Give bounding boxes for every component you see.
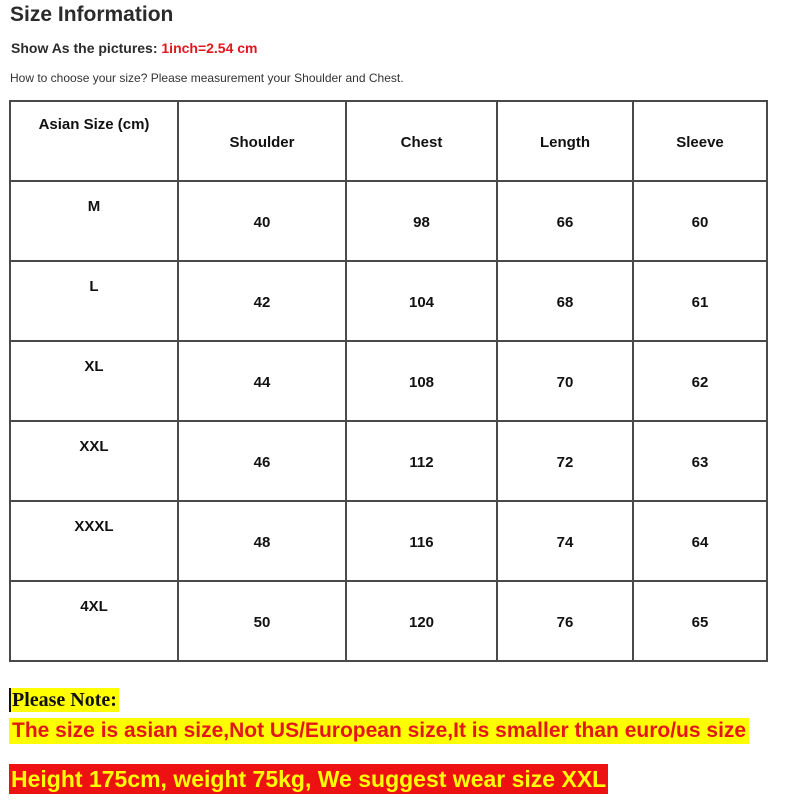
chest-cell: 104 — [345, 260, 498, 342]
length-value: 74 — [556, 534, 574, 551]
sleeve-value: 63 — [691, 454, 709, 471]
asian-size-warning: The size is asian size,Not US/European s… — [9, 718, 750, 744]
size-label: L — [89, 278, 99, 295]
size-cell: XXXL — [9, 500, 179, 582]
size-cell: XL — [9, 340, 179, 422]
sleeve-value: 62 — [691, 374, 709, 391]
shoulder-value: 40 — [253, 214, 271, 231]
sleeve-cell: 61 — [632, 260, 768, 342]
sleeve-cell: 60 — [632, 180, 768, 262]
chest-cell: 112 — [345, 420, 498, 502]
table-row: L 42 104 68 61 — [9, 260, 768, 342]
chest-cell: 120 — [345, 580, 498, 662]
table-row: 4XL 50 120 76 65 — [9, 580, 768, 662]
sleeve-cell: 65 — [632, 580, 768, 662]
shoulder-cell: 48 — [177, 500, 347, 582]
sleeve-value: 64 — [691, 534, 709, 551]
table-row: M 40 98 66 60 — [9, 180, 768, 262]
length-cell: 68 — [496, 260, 634, 342]
unit-conversion-line: Show As the pictures: 1inch=2.54 cm — [11, 40, 258, 56]
subtitle-label: Show As the pictures: — [11, 40, 162, 56]
chest-cell: 108 — [345, 340, 498, 422]
sleeve-cell: 63 — [632, 420, 768, 502]
length-cell: 72 — [496, 420, 634, 502]
column-header-size: Asian Size (cm) — [9, 100, 179, 182]
shoulder-cell: 44 — [177, 340, 347, 422]
sleeve-value: 60 — [691, 214, 709, 231]
length-value: 68 — [556, 294, 574, 311]
how-to-choose-text: How to choose your size? Please measurem… — [10, 71, 404, 85]
page-title: Size Information — [10, 3, 174, 26]
sleeve-value: 61 — [691, 294, 709, 311]
shoulder-value: 46 — [253, 454, 271, 471]
size-chart-table: Asian Size (cm) Shoulder Chest Length Sl… — [9, 100, 768, 662]
column-header-sleeve: Sleeve — [632, 100, 768, 182]
length-value: 66 — [556, 214, 574, 231]
shoulder-value: 48 — [253, 534, 271, 551]
chest-value: 108 — [408, 374, 435, 391]
column-header-length: Length — [496, 100, 634, 182]
sleeve-cell: 64 — [632, 500, 768, 582]
table-header-row: Asian Size (cm) Shoulder Chest Length Sl… — [9, 100, 768, 182]
size-cell: 4XL — [9, 580, 179, 662]
size-cell: XXL — [9, 420, 179, 502]
length-value: 70 — [556, 374, 574, 391]
size-label: 4XL — [80, 598, 108, 615]
length-cell: 70 — [496, 340, 634, 422]
please-note-label: Please Note: — [9, 688, 119, 712]
column-header-label: Asian Size (cm) — [38, 116, 150, 133]
size-label: XXXL — [74, 518, 114, 535]
shoulder-value: 44 — [253, 374, 271, 391]
column-header-label: Length — [540, 134, 590, 151]
length-cell: 74 — [496, 500, 634, 582]
chest-cell: 98 — [345, 180, 498, 262]
size-label: M — [87, 198, 101, 215]
size-suggestion-banner: Height 175cm, weight 75kg, We suggest we… — [9, 764, 609, 794]
sleeve-cell: 62 — [632, 340, 768, 422]
length-value: 72 — [556, 454, 574, 471]
table-row: XL 44 108 70 62 — [9, 340, 768, 422]
chest-cell: 116 — [345, 500, 498, 582]
length-cell: 66 — [496, 180, 634, 262]
sleeve-value: 65 — [691, 614, 709, 631]
chest-value: 120 — [408, 614, 435, 631]
shoulder-cell: 50 — [177, 580, 347, 662]
shoulder-value: 50 — [253, 614, 271, 631]
length-cell: 76 — [496, 580, 634, 662]
chest-value: 98 — [413, 214, 430, 231]
chest-value: 112 — [409, 454, 434, 471]
column-header-label: Chest — [400, 134, 443, 151]
table-row: XXXL 48 116 74 64 — [9, 500, 768, 582]
column-header-label: Sleeve — [676, 134, 724, 151]
size-label: XXL — [79, 438, 109, 455]
shoulder-cell: 42 — [177, 260, 347, 342]
size-label: XL — [84, 358, 104, 375]
size-cell: M — [9, 180, 179, 262]
size-cell: L — [9, 260, 179, 342]
column-header-label: Shoulder — [229, 134, 295, 151]
table-row: XXL 46 112 72 63 — [9, 420, 768, 502]
chest-value: 116 — [409, 534, 434, 551]
shoulder-value: 42 — [253, 294, 271, 311]
chest-value: 104 — [408, 294, 435, 311]
length-value: 76 — [556, 614, 574, 631]
column-header-chest: Chest — [345, 100, 498, 182]
unit-conversion: 1inch=2.54 cm — [161, 40, 258, 56]
column-header-shoulder: Shoulder — [177, 100, 347, 182]
shoulder-cell: 46 — [177, 420, 347, 502]
shoulder-cell: 40 — [177, 180, 347, 262]
